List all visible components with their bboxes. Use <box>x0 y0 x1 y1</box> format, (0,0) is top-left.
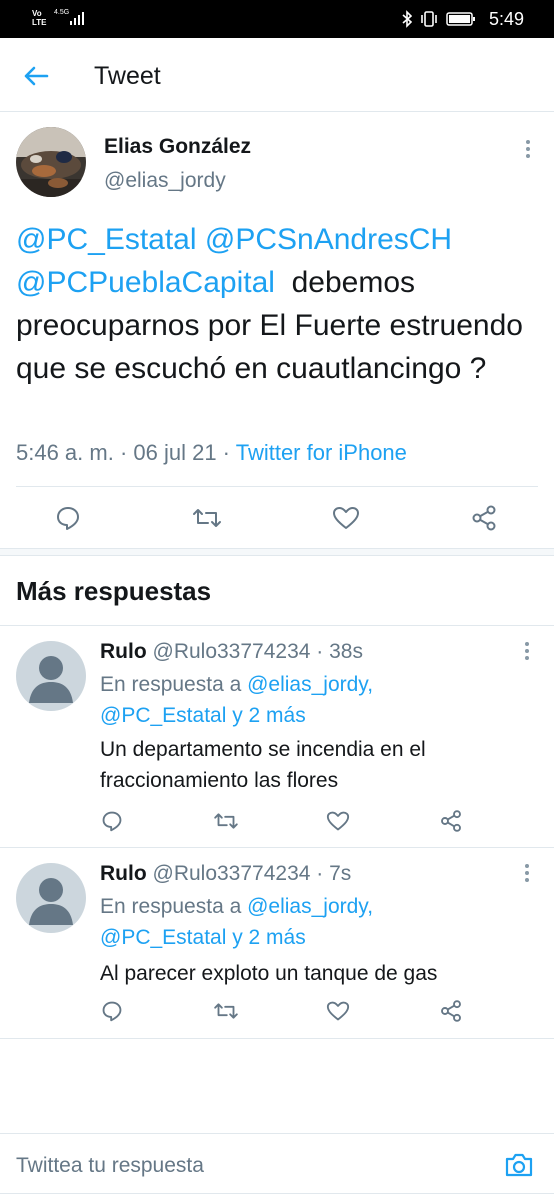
share-icon <box>441 1000 461 1022</box>
reply-author-handle[interactable]: @Rulo33774234 <box>153 640 311 663</box>
reply-text: Al parecer exploto un tanque de gas <box>100 962 438 985</box>
like-icon <box>326 811 350 831</box>
page-title: Tweet <box>94 62 161 90</box>
tweet-timestamp: 5:46 a. m. · 06 jul 21 · <box>16 440 236 465</box>
mention-link[interactable]: @PCPueblaCapital <box>16 266 275 299</box>
reply-author-name[interactable]: Rulo <box>100 862 147 885</box>
reply-button[interactable] <box>97 996 127 1026</box>
share-icon <box>441 810 461 832</box>
input-underline <box>0 1193 554 1194</box>
more-options-icon[interactable] <box>517 861 537 885</box>
top-app-bar: Tweet <box>0 38 554 112</box>
replying-to-label: En respuesta a <box>100 895 248 918</box>
share-button[interactable] <box>436 806 466 836</box>
reply-icon <box>102 811 122 832</box>
more-options-icon[interactable] <box>518 137 538 161</box>
status-right: 5:49 <box>402 8 524 30</box>
mention-link[interactable]: @elias_jordy, <box>247 673 373 696</box>
default-avatar-icon[interactable] <box>16 863 86 933</box>
tweet-meta: 5:46 a. m. · 06 jul 21 · Twitter for iPh… <box>16 440 407 466</box>
like-button[interactable] <box>326 498 366 538</box>
retweet-button[interactable] <box>211 806 241 836</box>
arrow-left-icon <box>24 66 49 86</box>
signal-icon: 4.5G <box>54 9 86 26</box>
mention-link[interactable]: @elias_jordy, <box>247 895 373 918</box>
bluetooth-icon <box>402 10 412 28</box>
replying-to: @PC_Estatal y 2 más <box>100 704 306 728</box>
reply-header: Rulo @Rulo33774234 · 38s <box>100 640 363 664</box>
like-icon <box>326 1001 350 1021</box>
carrier-top: Vo <box>32 9 42 18</box>
vibrate-icon <box>421 11 437 27</box>
author-handle[interactable]: @elias_jordy <box>104 169 226 193</box>
tweet-text: @PC_Estatal @PCSnAndresCH @PCPueblaCapit… <box>16 218 536 390</box>
divider <box>16 486 538 487</box>
section-separator <box>0 548 554 556</box>
reply-input[interactable]: Twittea tu respuesta <box>16 1154 204 1178</box>
more-options-icon[interactable] <box>517 639 537 663</box>
tweet-source[interactable]: Twitter for iPhone <box>236 440 407 465</box>
like-button[interactable] <box>323 996 353 1026</box>
replying-to: En respuesta a @elias_jordy, <box>100 673 373 697</box>
reply-header: Rulo @Rulo33774234 · 7s <box>100 862 351 886</box>
divider <box>0 1038 554 1039</box>
mention-link[interactable]: @PCSnAndresCH <box>205 223 452 256</box>
retweet-button[interactable] <box>187 498 227 538</box>
reply-item[interactable]: Rulo @Rulo33774234 · 38s En respuesta a … <box>0 626 554 847</box>
retweet-icon <box>214 813 238 829</box>
clock: 5:49 <box>488 8 524 29</box>
carrier-bottom: LTE <box>32 18 47 27</box>
reply-time: · 38s <box>310 640 363 663</box>
camera-button[interactable] <box>504 1152 538 1182</box>
share-button[interactable] <box>436 996 466 1026</box>
carrier-indicator: Vo LTE <box>32 9 47 27</box>
replying-to-label: En respuesta a <box>100 673 248 696</box>
share-button[interactable] <box>464 498 504 538</box>
back-button[interactable] <box>18 58 54 94</box>
mention-link[interactable]: @PC_Estatal y 2 más <box>100 926 306 949</box>
replying-to: En respuesta a @elias_jordy, <box>100 895 373 919</box>
retweet-icon <box>214 1003 238 1019</box>
tweet-actions <box>0 490 554 546</box>
like-icon <box>333 507 359 529</box>
reply-item[interactable]: Rulo @Rulo33774234 · 7s En respuesta a @… <box>0 848 554 1038</box>
mention-link[interactable]: @PC_Estatal y 2 más <box>100 704 306 727</box>
share-icon <box>472 505 496 531</box>
reply-icon <box>57 507 79 530</box>
retweet-icon <box>193 509 221 527</box>
reply-button[interactable] <box>48 498 88 538</box>
status-bar: Vo LTE 4.5G 5:49 <box>0 0 554 38</box>
camera-icon <box>505 1153 533 1177</box>
like-button[interactable] <box>323 806 353 836</box>
mention-link[interactable]: @PC_Estatal <box>16 223 197 256</box>
reply-author-handle[interactable]: @Rulo33774234 <box>153 862 311 885</box>
reply-author-name[interactable]: Rulo <box>100 640 147 663</box>
reply-compose-bar: Twittea tu respuesta <box>0 1133 554 1200</box>
author-name[interactable]: Elias González <box>104 135 251 159</box>
reply-text: Un departamento se incendia en el fracci… <box>100 738 426 792</box>
retweet-button[interactable] <box>211 996 241 1026</box>
author-avatar[interactable] <box>16 127 86 197</box>
battery-icon <box>446 12 475 26</box>
reply-time: · 7s <box>310 862 352 885</box>
reply-button[interactable] <box>97 806 127 836</box>
default-avatar-icon[interactable] <box>16 641 86 711</box>
reply-icon <box>102 1001 122 1022</box>
replying-to: @PC_Estatal y 2 más <box>100 926 306 950</box>
more-replies-title: Más respuestas <box>16 576 212 606</box>
